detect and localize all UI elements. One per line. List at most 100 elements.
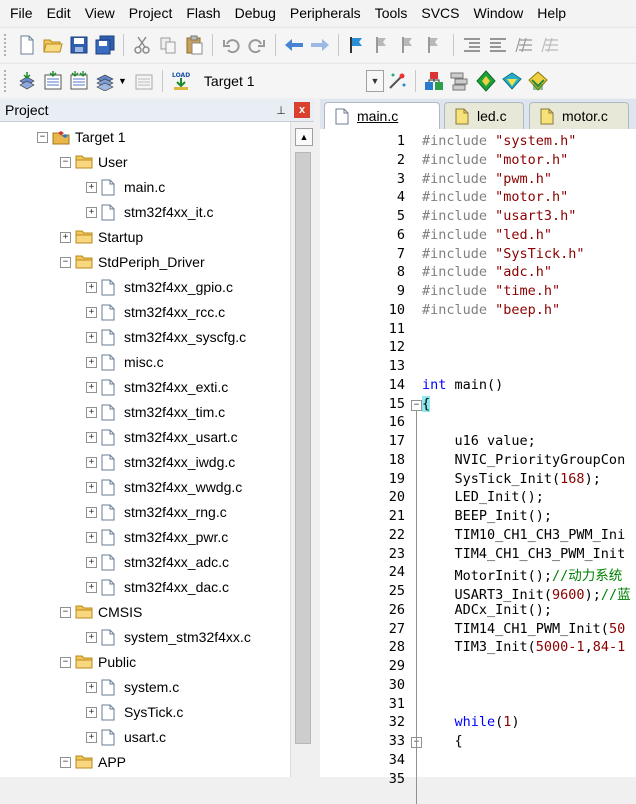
tree-file[interactable]: + stm32f4xx_tim.c	[86, 401, 225, 423]
clear-bookmarks-icon[interactable]	[423, 33, 447, 57]
menu-item-tools[interactable]: Tools	[368, 0, 415, 26]
expand-icon[interactable]: +	[86, 731, 97, 743]
tree-file[interactable]: + system_stm32f4xx.c	[86, 626, 251, 648]
expand-icon[interactable]: +	[86, 331, 97, 343]
next-bookmark-icon[interactable]	[397, 33, 421, 57]
collapse-icon[interactable]: −	[60, 756, 71, 768]
tree-file[interactable]: + stm32f4xx_exti.c	[86, 376, 228, 398]
menu-item-view[interactable]: View	[78, 0, 122, 26]
code-line[interactable]: NVIC_PriorityGroupCon	[422, 452, 626, 468]
code-line[interactable]: #include "motor.h"	[422, 189, 568, 205]
indent-icon[interactable]	[460, 33, 484, 57]
tree-folder[interactable]: − Public	[60, 651, 136, 673]
tab-led-c[interactable]: led.c	[444, 102, 524, 129]
batch-build-icon[interactable]	[93, 69, 117, 93]
code-line[interactable]: while(1)	[422, 714, 520, 730]
project-scrollbar[interactable]: ▲	[290, 122, 315, 777]
menu-item-svcs[interactable]: SVCS	[414, 0, 466, 26]
unindent-icon[interactable]	[486, 33, 510, 57]
tree-folder[interactable]: − CMSIS	[60, 601, 142, 623]
scroll-up-icon[interactable]: ▲	[295, 128, 313, 146]
expand-icon[interactable]: +	[86, 456, 97, 468]
device-db-icon[interactable]	[526, 69, 550, 93]
pack-installer-icon[interactable]	[474, 69, 498, 93]
tree-file[interactable]: + stm32f4xx_iwdg.c	[86, 451, 235, 473]
rebuild-icon[interactable]	[67, 69, 91, 93]
collapse-icon[interactable]: −	[60, 156, 71, 168]
expand-icon[interactable]: +	[86, 481, 97, 493]
save-icon[interactable]	[67, 33, 91, 57]
chevron-down-icon[interactable]: ▼	[365, 70, 384, 92]
code-line[interactable]: {	[422, 733, 463, 749]
tree-file[interactable]: + usart.c	[86, 726, 166, 748]
collapse-icon[interactable]: −	[37, 131, 48, 143]
copy-icon[interactable]	[156, 33, 180, 57]
code-line[interactable]: #include "adc.h"	[422, 264, 552, 280]
menu-item-file[interactable]: File	[0, 0, 40, 26]
collapse-icon[interactable]: −	[60, 656, 71, 668]
tree-file[interactable]: + stm32f4xx_syscfg.c	[86, 326, 246, 348]
uncomment-icon[interactable]	[538, 33, 562, 57]
comment-icon[interactable]	[512, 33, 536, 57]
expand-icon[interactable]: +	[86, 381, 97, 393]
undo-icon[interactable]	[219, 33, 243, 57]
code-line[interactable]: {	[422, 395, 431, 412]
target-select[interactable]: Target 1 ▼	[200, 69, 384, 93]
tree-folder[interactable]: − User	[60, 151, 128, 173]
code-line[interactable]: #include "motor.h"	[422, 152, 568, 168]
nav-forward-icon[interactable]	[308, 33, 332, 57]
toolbar-grip[interactable]	[4, 70, 10, 92]
batch-build-dropdown-icon[interactable]: ▼	[118, 76, 127, 86]
tree-file[interactable]: + SysTick.c	[86, 701, 183, 723]
save-all-icon[interactable]	[93, 33, 117, 57]
collapse-icon[interactable]: −	[60, 256, 71, 268]
expand-icon[interactable]: +	[86, 531, 97, 543]
expand-icon[interactable]: +	[86, 556, 97, 568]
expand-icon[interactable]: +	[86, 631, 97, 643]
code-line[interactable]: TIM10_CH1_CH3_PWM_Ini	[422, 527, 626, 543]
code-line[interactable]: USART3_Init(9600);//蓝	[422, 583, 631, 603]
tree-file[interactable]: + stm32f4xx_dac.c	[86, 576, 229, 598]
tree-file[interactable]: + stm32f4xx_gpio.c	[86, 276, 233, 298]
open-file-icon[interactable]	[41, 33, 65, 57]
build-icon[interactable]	[41, 69, 65, 93]
code-line[interactable]: LED_Init();	[422, 489, 544, 505]
expand-icon[interactable]: +	[60, 231, 71, 243]
tree-file[interactable]: + stm32f4xx_rcc.c	[86, 301, 225, 323]
manage-components-icon[interactable]	[422, 69, 446, 93]
collapse-icon[interactable]: −	[60, 606, 71, 618]
tree-target[interactable]: − Target 1	[37, 126, 126, 148]
menu-item-window[interactable]: Window	[467, 0, 531, 26]
expand-icon[interactable]: +	[86, 681, 97, 693]
code-line[interactable]: #include "pwm.h"	[422, 171, 552, 187]
close-icon[interactable]: x	[294, 102, 310, 118]
tab-main-c[interactable]: main.c	[324, 102, 440, 129]
code-line[interactable]: TIM14_CH1_PWM_Init(50	[422, 621, 626, 637]
toolbar-grip[interactable]	[4, 34, 10, 56]
menu-item-edit[interactable]: Edit	[40, 0, 78, 26]
tree-file[interactable]: + main.c	[86, 176, 165, 198]
stop-build-icon[interactable]	[132, 69, 156, 93]
bookmark-icon[interactable]	[345, 33, 369, 57]
tree-folder[interactable]: − APP	[60, 751, 126, 773]
menu-item-flash[interactable]: Flash	[179, 0, 227, 26]
code-line[interactable]: BEEP_Init();	[422, 508, 553, 524]
code-line[interactable]: #include "SysTick.h"	[422, 246, 585, 262]
expand-icon[interactable]: +	[86, 406, 97, 418]
translate-icon[interactable]	[15, 69, 39, 93]
expand-icon[interactable]: +	[86, 506, 97, 518]
tree-file[interactable]: + stm32f4xx_wwdg.c	[86, 476, 242, 498]
code-line[interactable]: TIM3_Init(5000-1,84-1	[422, 639, 626, 655]
menu-item-help[interactable]: Help	[530, 0, 573, 26]
file-extensions-icon[interactable]	[448, 69, 472, 93]
code-line[interactable]: #include "system.h"	[422, 133, 576, 149]
target-options-icon[interactable]	[385, 69, 409, 93]
expand-icon[interactable]: +	[86, 706, 97, 718]
tab-motor-c[interactable]: motor.c	[529, 102, 629, 129]
tree-file[interactable]: + misc.c	[86, 351, 164, 373]
tree-file[interactable]: + stm32f4xx_it.c	[86, 201, 213, 223]
load-download-icon[interactable]: LOAD	[169, 69, 193, 93]
tree-folder[interactable]: − StdPeriph_Driver	[60, 251, 205, 273]
code-line[interactable]: MotorInit();//动力系统	[422, 564, 623, 584]
tree-file[interactable]: + stm32f4xx_pwr.c	[86, 526, 228, 548]
